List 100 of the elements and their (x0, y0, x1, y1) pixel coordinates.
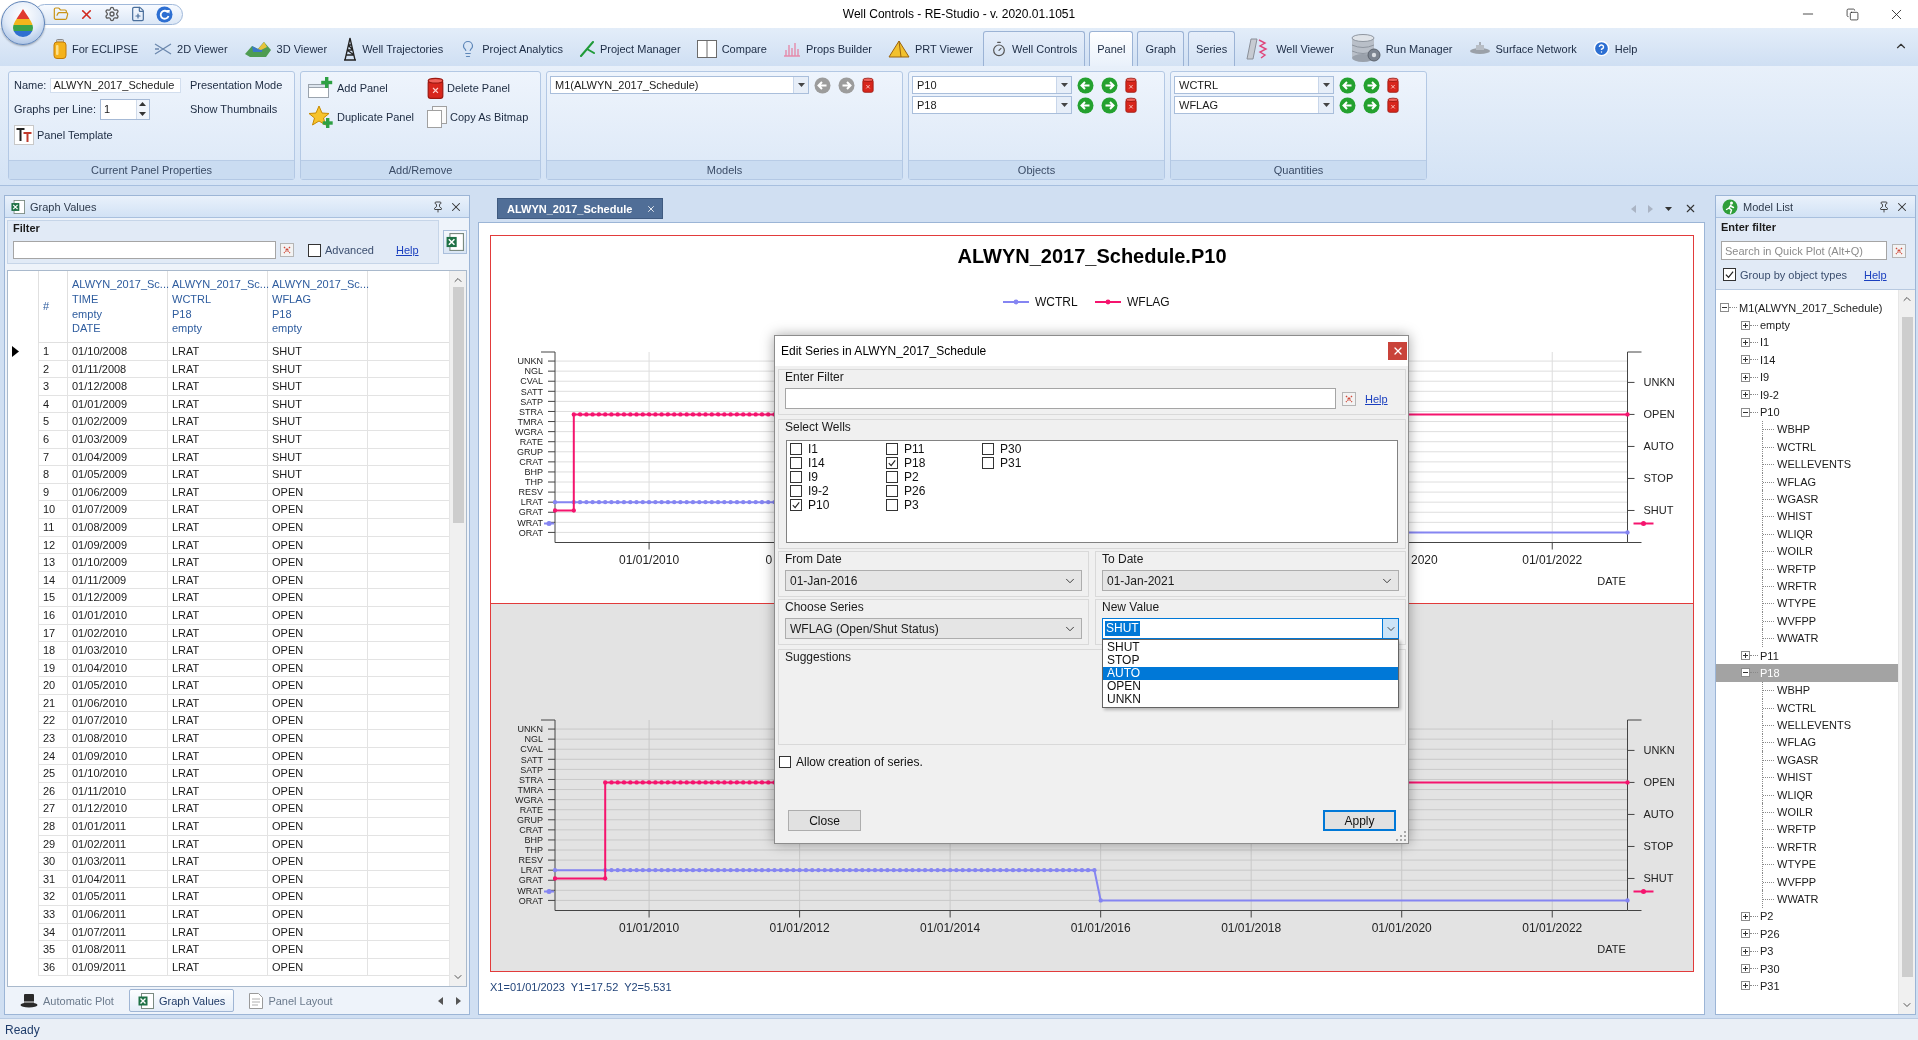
tree-item[interactable]: WOILR (1716, 803, 1898, 821)
plus-box-icon[interactable] (1741, 651, 1750, 660)
arrow-left-icon[interactable] (1339, 76, 1356, 94)
checkbox[interactable] (1723, 268, 1736, 281)
filter-field[interactable] (13, 241, 276, 259)
dropdown[interactable]: WFLAG (1174, 96, 1334, 114)
ribbon-button[interactable]: For ECLIPSE (50, 31, 142, 66)
pin-icon[interactable] (432, 200, 444, 213)
ribbon-button[interactable]: PRT Viewer (884, 31, 977, 66)
document-tab[interactable]: ALWYN_2017_Schedule (497, 198, 664, 219)
ribbon-button[interactable]: Props Builder (779, 31, 875, 66)
ribbon-button[interactable]: 2D Viewer (151, 31, 231, 66)
pin-icon[interactable] (1878, 200, 1890, 213)
ribbon-tab[interactable]: Well Controls (983, 31, 1086, 66)
tree-item[interactable]: WGASR (1716, 751, 1898, 769)
document-plus-icon[interactable] (130, 6, 146, 22)
tree-item[interactable]: P2 (1716, 907, 1898, 926)
arrow-left-icon[interactable] (1077, 96, 1094, 114)
arrow-left-icon[interactable] (1077, 76, 1094, 94)
dropdown-option[interactable]: STOP (1103, 654, 1398, 667)
dialog-button[interactable]: Close (788, 810, 861, 831)
checkbox[interactable] (886, 471, 898, 483)
checkbox[interactable] (886, 485, 898, 497)
ribbon-button[interactable]: Help (1589, 31, 1641, 66)
caret-right-icon[interactable] (456, 996, 461, 1005)
checkbox[interactable] (790, 485, 802, 497)
dropdown-option[interactable]: AUTO (1103, 667, 1398, 680)
tree-item[interactable]: empty (1716, 316, 1898, 334)
tree-item[interactable]: WELLEVENTS (1716, 716, 1898, 734)
dropdown-option[interactable]: OPEN (1103, 680, 1398, 693)
arrow-right-icon[interactable] (1363, 76, 1380, 94)
clear-icon[interactable] (280, 243, 294, 257)
tree-item[interactable]: WWATR (1716, 890, 1898, 908)
ribbon-button[interactable]: Well Viewer (1242, 31, 1337, 66)
tree-item[interactable]: WELLEVENTS (1716, 455, 1898, 473)
restore-icon[interactable] (1845, 7, 1859, 21)
tree-item[interactable]: I9 (1716, 368, 1898, 386)
view-tab[interactable]: Panel Layout (240, 989, 342, 1012)
ribbon-button[interactable]: Compare (693, 31, 770, 66)
tree-item[interactable]: WRFTR (1716, 838, 1898, 856)
caret-left-icon[interactable] (438, 996, 443, 1005)
tree-item[interactable]: M1(ALWYN_2017_Schedule) (1716, 299, 1898, 317)
checkbox[interactable] (886, 443, 898, 455)
tree-item[interactable]: WOILR (1716, 542, 1898, 560)
date-dropdown[interactable]: 01-Jan-2021 (1102, 570, 1399, 591)
tree-item[interactable]: WGASR (1716, 490, 1898, 508)
tree-item[interactable]: WBHP (1716, 420, 1898, 439)
checkbox[interactable] (886, 457, 898, 469)
minus-box-icon[interactable] (1720, 303, 1729, 313)
ribbon-tab[interactable]: Series (1188, 31, 1236, 66)
tree-item[interactable]: P10 (1716, 403, 1898, 421)
tree-item[interactable]: P3 (1716, 942, 1898, 960)
ribbon-button[interactable]: Well Trajectories (340, 31, 447, 66)
tree-item[interactable]: WBHP (1716, 681, 1898, 699)
ribbon-button[interactable]: Surface Network (1465, 31, 1580, 66)
spin-down-icon[interactable] (139, 111, 147, 116)
tree-item[interactable]: WCTRL (1716, 699, 1898, 717)
ribbon-button[interactable]: Delete Panel (427, 77, 510, 99)
tree-item[interactable]: P30 (1716, 959, 1898, 978)
gear-icon[interactable] (104, 6, 120, 22)
value-combo-box[interactable]: SHUT (1102, 618, 1399, 639)
tree-item[interactable]: P31 (1716, 977, 1898, 995)
trash-icon[interactable] (1387, 97, 1399, 113)
tree-item[interactable]: WTYPE (1716, 855, 1898, 873)
plus-box-icon[interactable] (1741, 372, 1750, 382)
plus-box-icon[interactable] (1741, 964, 1750, 974)
ribbon-button[interactable]: 3D Viewer (240, 31, 331, 66)
arrow-right-icon[interactable] (1363, 96, 1380, 114)
tree-item[interactable]: WTYPE (1716, 594, 1898, 613)
dropdown[interactable]: WCTRL (1174, 76, 1334, 94)
plus-box-icon[interactable] (1741, 390, 1750, 400)
checkbox[interactable] (982, 443, 994, 455)
help-link[interactable]: Help (395, 244, 419, 256)
checkbox[interactable] (886, 499, 898, 511)
minus-box-icon[interactable] (1741, 407, 1750, 417)
ribbon-button[interactable]: Project Manager (575, 31, 684, 66)
tree-item[interactable]: P26 (1716, 925, 1898, 943)
checkbox[interactable] (790, 443, 802, 455)
dropdown[interactable]: P18 (912, 96, 1072, 114)
checkbox[interactable] (790, 471, 802, 483)
ribbon-button[interactable]: Project Analytics (456, 31, 566, 66)
tree-item[interactable]: WHIST (1716, 768, 1898, 786)
tree-item[interactable]: I9-2 (1716, 385, 1898, 404)
search-field[interactable]: Search in Quick Plot (Alt+Q) (1721, 241, 1887, 260)
plus-box-icon[interactable] (1741, 337, 1750, 347)
tree-item[interactable]: WLIQR (1716, 785, 1898, 804)
tree-item[interactable]: WWATR (1716, 629, 1898, 647)
ribbon-button[interactable]: Duplicate Panel (308, 105, 415, 129)
tree-item[interactable]: WVFPP (1716, 612, 1898, 630)
help-link[interactable]: Help (1864, 268, 1887, 281)
clear-icon[interactable] (1892, 243, 1906, 258)
checkbox[interactable] (790, 457, 802, 469)
tree-item[interactable]: WRFTR (1716, 577, 1898, 595)
ribbon-button[interactable]: Run Manager (1346, 31, 1456, 66)
scrollbar-thumb[interactable] (452, 287, 464, 523)
checkbox[interactable] (779, 756, 791, 768)
close-icon[interactable] (646, 203, 657, 214)
checkbox[interactable] (982, 457, 994, 469)
plus-box-icon[interactable] (1741, 981, 1750, 991)
dropdown-option[interactable]: UNKN (1103, 693, 1398, 706)
